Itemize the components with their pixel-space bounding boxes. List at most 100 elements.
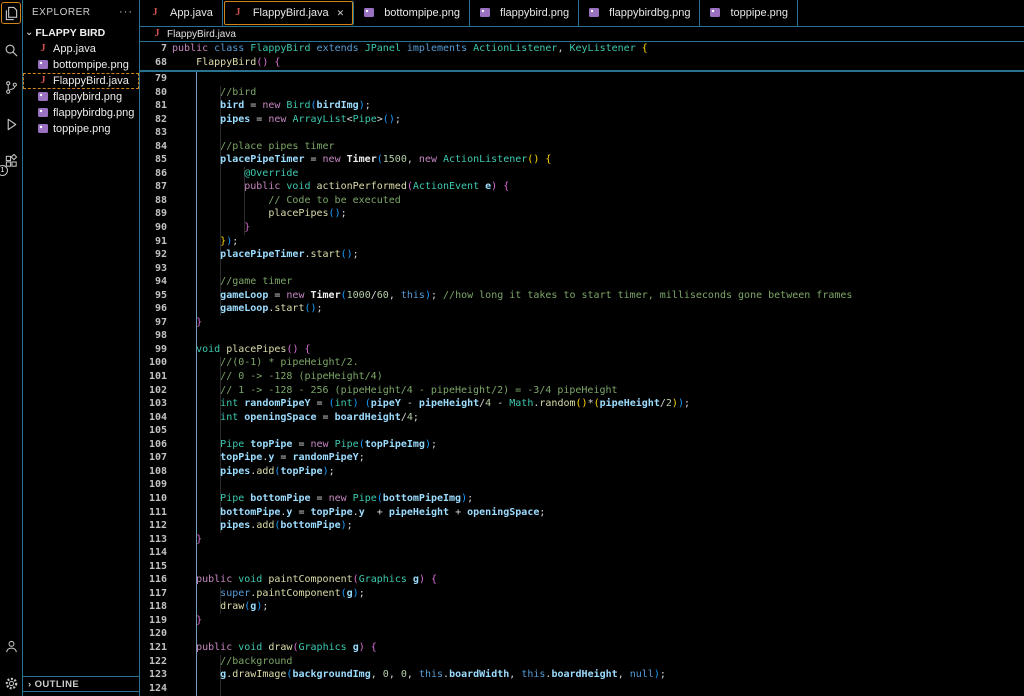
- breadcrumb[interactable]: J FlappyBird.java: [140, 27, 1024, 42]
- line-number[interactable]: 113: [140, 533, 167, 547]
- code-line-115[interactable]: 115: [140, 560, 1024, 574]
- code-editor[interactable]: 7980 //bird81 bird = new Bird(birdImg);8…: [140, 72, 1024, 696]
- line-number[interactable]: 100: [140, 356, 167, 370]
- line-number[interactable]: 115: [140, 560, 167, 574]
- line-number[interactable]: 112: [140, 519, 167, 533]
- code-line-92[interactable]: 92 placePipeTimer.start();: [140, 248, 1024, 262]
- code-line-108[interactable]: 108 pipes.add(topPipe);: [140, 465, 1024, 479]
- line-number[interactable]: 122: [140, 655, 167, 669]
- line-number[interactable]: 82: [140, 113, 167, 127]
- line-number[interactable]: 124: [140, 682, 167, 696]
- line-number[interactable]: 95: [140, 289, 167, 303]
- line-number[interactable]: 92: [140, 248, 167, 262]
- code-line-106[interactable]: 106 Pipe topPipe = new Pipe(topPipeImg);: [140, 438, 1024, 452]
- code-line-94[interactable]: 94 //game timer: [140, 275, 1024, 289]
- tab-flappybirdbg.png[interactable]: flappybirdbg.png: [579, 0, 700, 26]
- explorer-activity-button[interactable]: [1, 2, 21, 24]
- line-number[interactable]: 84: [140, 140, 167, 154]
- code-line-114[interactable]: 114: [140, 546, 1024, 560]
- line-number[interactable]: 107: [140, 451, 167, 465]
- code-line-79[interactable]: 79: [140, 72, 1024, 86]
- line-number[interactable]: 68: [140, 56, 167, 70]
- code-line-118[interactable]: 118 draw(g);: [140, 600, 1024, 614]
- close-icon[interactable]: ✕: [337, 8, 345, 19]
- tab-App.java[interactable]: JApp.java: [140, 0, 223, 26]
- code-line-91[interactable]: 91 });: [140, 235, 1024, 249]
- line-number[interactable]: 110: [140, 492, 167, 506]
- line-number[interactable]: 97: [140, 316, 167, 330]
- tab-toppipe.png[interactable]: toppipe.png: [700, 0, 798, 26]
- line-number[interactable]: 88: [140, 194, 167, 208]
- code-line-111[interactable]: 111 bottomPipe.y = topPipe.y + pipeHeigh…: [140, 506, 1024, 520]
- line-number[interactable]: 81: [140, 99, 167, 113]
- manage-button[interactable]: [1, 672, 21, 694]
- code-line-97[interactable]: 97 }: [140, 316, 1024, 330]
- source-control-activity-button[interactable]: [1, 76, 21, 98]
- line-number[interactable]: 89: [140, 207, 167, 221]
- code-line-117[interactable]: 117 super.paintComponent(g);: [140, 587, 1024, 601]
- code-line-84[interactable]: 84 //place pipes timer: [140, 140, 1024, 154]
- line-number[interactable]: 99: [140, 343, 167, 357]
- code-line-81[interactable]: 81 bird = new Bird(birdImg);: [140, 99, 1024, 113]
- code-line-123[interactable]: 123 g.drawImage(backgroundImg, 0, 0, thi…: [140, 668, 1024, 682]
- line-number[interactable]: 96: [140, 302, 167, 316]
- line-number[interactable]: 118: [140, 600, 167, 614]
- file-row-bottompipe.png[interactable]: bottompipe.png: [23, 57, 139, 73]
- code-line-83[interactable]: 83: [140, 126, 1024, 140]
- line-number[interactable]: 80: [140, 86, 167, 100]
- code-line-102[interactable]: 102 // 1 -> -128 - 256 (pipeHeight/4 - p…: [140, 384, 1024, 398]
- line-number[interactable]: 119: [140, 614, 167, 628]
- code-line-7[interactable]: 7public class FlappyBird extends JPanel …: [140, 42, 1024, 56]
- file-row-flappybird.png[interactable]: flappybird.png: [23, 89, 139, 105]
- code-line-110[interactable]: 110 Pipe bottomPipe = new Pipe(bottomPip…: [140, 492, 1024, 506]
- code-line-93[interactable]: 93: [140, 262, 1024, 276]
- code-line-87[interactable]: 87 public void actionPerformed(ActionEve…: [140, 180, 1024, 194]
- code-line-100[interactable]: 100 //(0-1) * pipeHeight/2.: [140, 356, 1024, 370]
- code-line-88[interactable]: 88 // Code to be executed: [140, 194, 1024, 208]
- code-line-121[interactable]: 121 public void draw(Graphics g) {: [140, 641, 1024, 655]
- line-number[interactable]: 91: [140, 235, 167, 249]
- extensions-activity-button[interactable]: 1: [1, 150, 21, 172]
- code-line-96[interactable]: 96 gameLoop.start();: [140, 302, 1024, 316]
- folder-row-flappy-bird[interactable]: ⌄ FLAPPY BIRD: [23, 24, 139, 41]
- code-line-119[interactable]: 119 }: [140, 614, 1024, 628]
- tab-flappybird.png[interactable]: flappybird.png: [470, 0, 579, 26]
- line-number[interactable]: 86: [140, 167, 167, 181]
- line-number[interactable]: 7: [140, 42, 167, 56]
- line-number[interactable]: 117: [140, 587, 167, 601]
- line-number[interactable]: 103: [140, 397, 167, 411]
- code-line-80[interactable]: 80 //bird: [140, 86, 1024, 100]
- line-number[interactable]: 105: [140, 424, 167, 438]
- line-number[interactable]: 123: [140, 668, 167, 682]
- line-number[interactable]: 87: [140, 180, 167, 194]
- code-line-95[interactable]: 95 gameLoop = new Timer(1000/60, this); …: [140, 289, 1024, 303]
- code-line-116[interactable]: 116 public void paintComponent(Graphics …: [140, 573, 1024, 587]
- line-number[interactable]: 102: [140, 384, 167, 398]
- code-line-101[interactable]: 101 // 0 -> -128 (pipeHeight/4): [140, 370, 1024, 384]
- file-row-flappybirdbg.png[interactable]: flappybirdbg.png: [23, 105, 139, 121]
- line-number[interactable]: 98: [140, 329, 167, 343]
- run-debug-activity-button[interactable]: [1, 113, 21, 135]
- line-number[interactable]: 114: [140, 546, 167, 560]
- account-button[interactable]: [1, 635, 21, 657]
- line-number[interactable]: 90: [140, 221, 167, 235]
- code-line-99[interactable]: 99 void placePipes() {: [140, 343, 1024, 357]
- code-line-85[interactable]: 85 placePipeTimer = new Timer(1500, new …: [140, 153, 1024, 167]
- code-line-104[interactable]: 104 int openingSpace = boardHeight/4;: [140, 411, 1024, 425]
- code-line-122[interactable]: 122 //background: [140, 655, 1024, 669]
- search-activity-button[interactable]: [1, 39, 21, 61]
- file-row-toppipe.png[interactable]: toppipe.png: [23, 121, 139, 137]
- file-row-App.java[interactable]: JApp.java: [23, 41, 139, 57]
- line-number[interactable]: 111: [140, 506, 167, 520]
- code-line-90[interactable]: 90 }: [140, 221, 1024, 235]
- file-row-FlappyBird.java[interactable]: JFlappyBird.java: [23, 73, 139, 89]
- code-line-109[interactable]: 109: [140, 478, 1024, 492]
- views-and-more-actions-button[interactable]: ···: [119, 6, 133, 18]
- line-number[interactable]: 79: [140, 72, 167, 86]
- line-number[interactable]: 116: [140, 573, 167, 587]
- line-number[interactable]: 83: [140, 126, 167, 140]
- line-number[interactable]: 104: [140, 411, 167, 425]
- line-number[interactable]: 101: [140, 370, 167, 384]
- line-number[interactable]: 109: [140, 478, 167, 492]
- code-line-103[interactable]: 103 int randomPipeY = (int) (pipeY - pip…: [140, 397, 1024, 411]
